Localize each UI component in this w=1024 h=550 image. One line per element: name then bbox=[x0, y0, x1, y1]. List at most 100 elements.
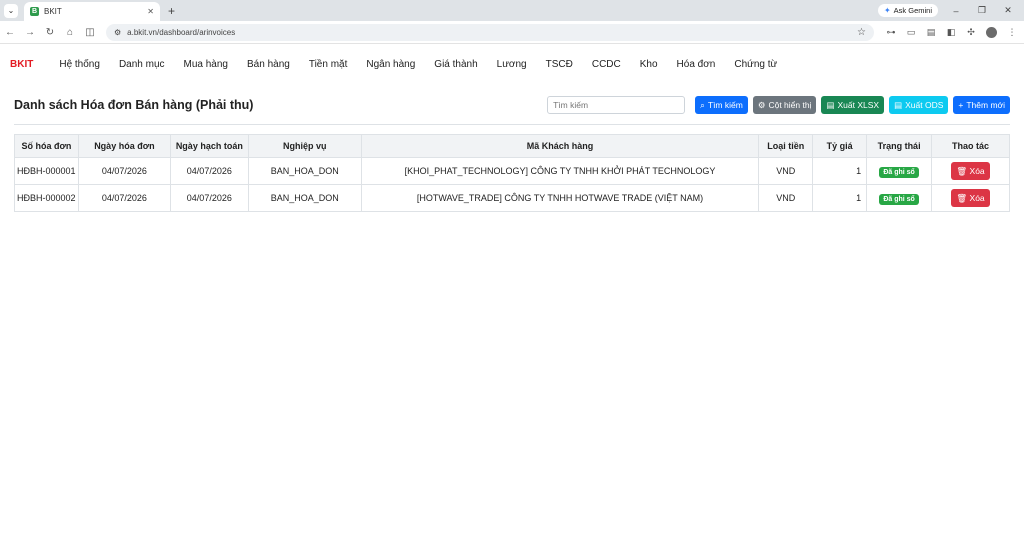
cell-currency: VND bbox=[758, 157, 814, 185]
cell-invoice-date: 04/07/2026 bbox=[77, 184, 171, 212]
search-button-label: Tìm kiếm bbox=[707, 100, 743, 110]
reload-icon[interactable]: ↻ bbox=[40, 27, 60, 38]
extension-icon[interactable]: ⊶ bbox=[886, 27, 896, 38]
col-header-operation[interactable]: Nghiệp vụ bbox=[247, 134, 362, 158]
brand-logo[interactable]: BKIT bbox=[10, 59, 33, 70]
minimize-icon[interactable]: – bbox=[948, 6, 964, 16]
close-window-icon[interactable]: ✕ bbox=[1000, 5, 1016, 16]
cell-posting-date: 04/07/2026 bbox=[169, 157, 249, 185]
menu-dots-icon[interactable]: ⋮ bbox=[1007, 27, 1017, 38]
site-info-icon[interactable]: ⚙ bbox=[114, 28, 121, 37]
col-header-customer[interactable]: Mã Khách hàng bbox=[360, 134, 760, 158]
nav-item-mua-hang[interactable]: Mua hàng bbox=[184, 59, 228, 70]
cell-invoice-date: 04/07/2026 bbox=[77, 157, 171, 185]
delete-label: Xóa bbox=[969, 192, 985, 203]
search-button[interactable]: ⌕ Tìm kiếm bbox=[695, 96, 748, 114]
forward-icon[interactable]: → bbox=[20, 27, 40, 38]
cell-posting-date: 04/07/2026 bbox=[169, 184, 249, 212]
gemini-icon: ✦ bbox=[883, 6, 891, 15]
browser-tab-bar: ⌄ B BKIT ✕ + ✦ Ask Gemini – ❐ ✕ bbox=[0, 0, 1024, 21]
cell-invoice-no: HĐBH-000002 bbox=[14, 184, 79, 212]
cell-currency: VND bbox=[758, 184, 814, 212]
home-icon[interactable]: ⌂ bbox=[60, 27, 80, 38]
export-ods-button[interactable]: ▤ Xuất ODS bbox=[889, 96, 949, 114]
nav-item-ccdc[interactable]: CCDC bbox=[592, 59, 621, 70]
restore-icon[interactable]: ❐ bbox=[974, 5, 990, 16]
cell-operation: BAN_HOA_DON bbox=[247, 184, 362, 212]
status-badge: Đã ghi sổ bbox=[879, 194, 919, 205]
export-ods-label: Xuất ODS bbox=[905, 100, 944, 110]
delete-button[interactable]: 🗑 Xóa bbox=[951, 162, 990, 180]
search-input[interactable] bbox=[547, 96, 686, 114]
col-header-rate[interactable]: Tỷ giá bbox=[812, 134, 868, 158]
file-ods-icon: ▤ bbox=[894, 99, 903, 110]
delete-label: Xóa bbox=[969, 165, 985, 176]
add-new-button[interactable]: + Thêm mới bbox=[953, 96, 1010, 114]
nav-item-tien-mat[interactable]: Tiền mặt bbox=[309, 59, 348, 70]
plus-icon: + bbox=[958, 100, 964, 110]
nav-item-ban-hang[interactable]: Bán hàng bbox=[247, 59, 290, 70]
split-view-icon[interactable]: ◫ bbox=[80, 27, 100, 38]
sidebar-icon[interactable]: ◧ bbox=[946, 27, 956, 38]
table-row[interactable]: HĐBH-000002 04/07/2026 04/07/2026 BAN_HO… bbox=[14, 184, 1010, 212]
cell-status: Đã ghi sổ bbox=[866, 184, 933, 212]
col-header-invoice-no[interactable]: Số hóa đơn bbox=[14, 134, 79, 158]
trash-icon: 🗑 bbox=[956, 165, 968, 176]
profile-avatar[interactable] bbox=[986, 26, 997, 38]
nav-item-he-thong[interactable]: Hệ thống bbox=[59, 59, 100, 70]
nav-item-hoa-don[interactable]: Hóa đơn bbox=[677, 59, 716, 70]
nav-item-ngan-hang[interactable]: Ngân hàng bbox=[366, 59, 415, 70]
address-bar[interactable]: ⚙ a.bkit.vn/dashboard/arinvoices ☆ bbox=[106, 23, 874, 41]
page-title: Danh sách Hóa đơn Bán hàng (Phải thu) bbox=[14, 98, 254, 112]
table-row[interactable]: HĐBH-000001 04/07/2026 04/07/2026 BAN_HO… bbox=[14, 157, 1010, 185]
columns-button-label: Cột hiển thị bbox=[768, 100, 812, 110]
card-icon[interactable]: ▭ bbox=[906, 27, 916, 38]
main-content: Danh sách Hóa đơn Bán hàng (Phải thu) ⌕ … bbox=[0, 90, 1024, 212]
header-divider bbox=[14, 124, 1010, 125]
col-header-posting-date[interactable]: Ngày hạch toán bbox=[169, 134, 249, 158]
trash-icon: 🗑 bbox=[956, 192, 968, 203]
invoice-table: Số hóa đơn Ngày hóa đơn Ngày hạch toán N… bbox=[14, 134, 1010, 212]
columns-button[interactable]: ⚙ Cột hiển thị bbox=[752, 96, 817, 114]
cell-invoice-no: HĐBH-000001 bbox=[14, 157, 79, 185]
nav-item-luong[interactable]: Lương bbox=[497, 59, 527, 70]
app-navbar: BKIT Hệ thống Danh mục Mua hàng Bán hàng… bbox=[0, 48, 1024, 80]
cell-customer: [HOTWAVE_TRADE] CÔNG TY TNHH HOTWAVE TRA… bbox=[360, 184, 760, 212]
export-xlsx-label: Xuất XLSX bbox=[837, 100, 880, 110]
back-icon[interactable]: ← bbox=[0, 27, 20, 38]
col-header-status[interactable]: Trạng thái bbox=[866, 134, 933, 158]
gear-icon: ⚙ bbox=[757, 99, 766, 110]
cell-rate: 1 bbox=[812, 184, 868, 212]
export-xlsx-button[interactable]: ▤ Xuất XLSX bbox=[821, 96, 885, 114]
cell-operation: BAN_HOA_DON bbox=[247, 157, 362, 185]
new-tab-icon[interactable]: + bbox=[168, 4, 175, 18]
reading-list-icon[interactable]: ▤ bbox=[926, 27, 936, 38]
col-header-invoice-date[interactable]: Ngày hóa đơn bbox=[77, 134, 171, 158]
nav-item-kho[interactable]: Kho bbox=[640, 59, 658, 70]
ask-gemini-button[interactable]: ✦ Ask Gemini bbox=[877, 4, 938, 17]
add-new-label: Thêm mới bbox=[966, 100, 1005, 110]
browser-tab[interactable]: B BKIT ✕ bbox=[24, 2, 160, 21]
nav-item-tscd[interactable]: TSCĐ bbox=[546, 59, 573, 70]
tab-title: BKIT bbox=[44, 7, 62, 16]
close-tab-icon[interactable]: ✕ bbox=[147, 7, 154, 16]
table-header-row: Số hóa đơn Ngày hóa đơn Ngày hạch toán N… bbox=[14, 134, 1010, 158]
page-header: Danh sách Hóa đơn Bán hàng (Phải thu) ⌕ … bbox=[14, 90, 1010, 120]
status-badge: Đã ghi sổ bbox=[879, 167, 919, 178]
nav-item-danh-muc[interactable]: Danh mục bbox=[119, 59, 165, 70]
tab-search-icon[interactable]: ⌄ bbox=[4, 3, 18, 18]
cell-rate: 1 bbox=[812, 157, 868, 185]
nav-item-chung-tu[interactable]: Chứng từ bbox=[734, 59, 777, 70]
col-header-actions: Thao tác bbox=[931, 134, 1010, 158]
col-header-currency[interactable]: Loại tiền bbox=[758, 134, 814, 158]
browser-toolbar: ← → ↻ ⌂ ◫ ⚙ a.bkit.vn/dashboard/arinvoic… bbox=[0, 21, 1024, 44]
nav-item-gia-thanh[interactable]: Giá thành bbox=[434, 59, 477, 70]
url-text: a.bkit.vn/dashboard/arinvoices bbox=[127, 27, 236, 37]
bookmark-star-icon[interactable]: ☆ bbox=[857, 27, 866, 38]
cell-customer: [KHOI_PHAT_TECHNOLOGY] CÔNG TY TNHH KHỞI… bbox=[360, 157, 760, 185]
favicon-icon: B bbox=[30, 7, 39, 16]
delete-button[interactable]: 🗑 Xóa bbox=[951, 189, 990, 207]
search-icon: ⌕ bbox=[700, 99, 705, 110]
puzzle-extensions-icon[interactable]: ✣ bbox=[966, 27, 976, 38]
file-excel-icon: ▤ bbox=[826, 99, 835, 110]
